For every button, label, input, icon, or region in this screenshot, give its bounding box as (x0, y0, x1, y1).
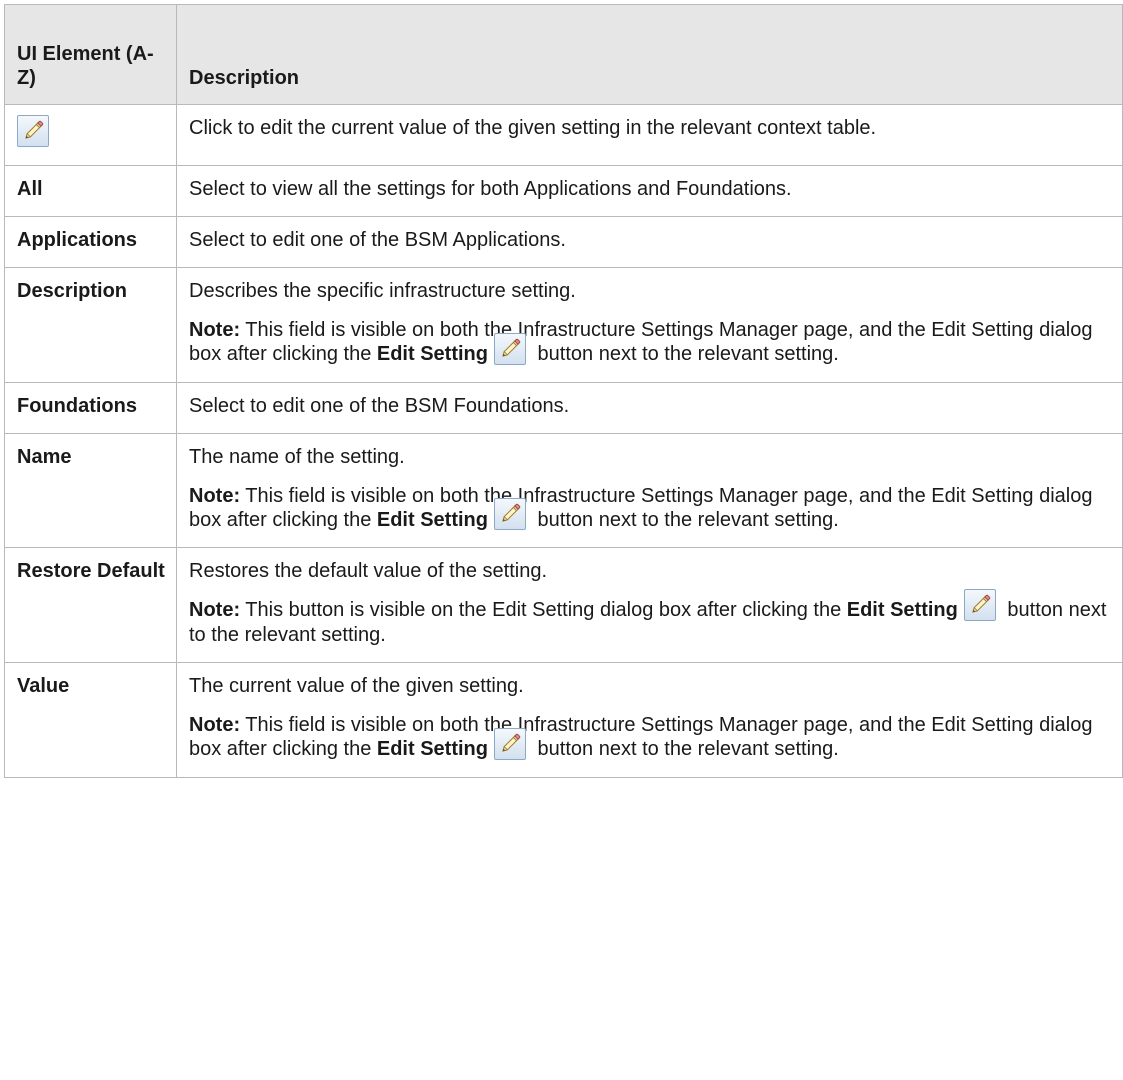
description-text: Select to view all the settings for both… (189, 178, 792, 200)
table-header-row: UI Element (A-Z) Description (4, 4, 1123, 105)
note-end: button next to the relevant setting. (531, 343, 839, 365)
note-end: button next to the relevant setting. (531, 738, 839, 761)
note-paragraph: Note: This field is visible on both the … (189, 713, 1114, 762)
description-text: The name of the setting. (189, 445, 405, 468)
description-text: Click to edit the current value of the g… (189, 117, 877, 139)
element-name: Applications (4, 216, 177, 268)
edit-pencil-icon (493, 498, 526, 531)
description-cell: The current value of the given setting. … (176, 662, 1123, 778)
table-row: Restore Default Restores the default val… (4, 547, 1123, 664)
description-cell: Select to view all the settings for both… (176, 165, 1123, 217)
note-bold: Edit Setting (846, 599, 958, 622)
table-row: Applications Select to edit one of the B… (4, 216, 1123, 268)
description-cell: Restores the default value of the settin… (176, 547, 1123, 664)
description-cell: Describes the specific infrastructure se… (176, 267, 1123, 383)
description-cell: The name of the setting. Note: This fiel… (176, 432, 1123, 549)
element-name: Value (4, 662, 177, 778)
note-label: Note: (189, 484, 241, 507)
element-name: Name (4, 432, 177, 549)
header-description: Description (176, 4, 1123, 105)
table-row: Name The name of the setting. Note: This… (4, 432, 1123, 549)
ui-elements-table: UI Element (A-Z) Description Click to ed… (4, 4, 1123, 778)
description-cell: Click to edit the current value of the g… (176, 104, 1123, 166)
note-end: button next to the relevant setting. (531, 508, 839, 531)
note-label: Note: (189, 599, 241, 622)
note-label: Note: (189, 714, 241, 737)
table-row: Description Describes the specific infra… (4, 267, 1123, 383)
edit-pencil-icon (493, 727, 526, 760)
description-cell: Select to edit one of the BSM Foundation… (176, 381, 1123, 434)
description-text: Restores the default value of the settin… (189, 560, 547, 583)
description-text: Select to edit one of the BSM Applicatio… (189, 229, 566, 251)
note-bold: Edit Setting (376, 738, 488, 761)
note-text: This button is visible on the Edit Setti… (240, 599, 847, 622)
table-row: Foundations Select to edit one of the BS… (4, 381, 1123, 434)
description-cell: Select to edit one of the BSM Applicatio… (176, 216, 1123, 268)
note-bold: Edit Setting (376, 343, 488, 365)
edit-pencil-icon (17, 115, 49, 147)
table-row: Value The current value of the given set… (4, 662, 1123, 778)
edit-pencil-icon (493, 332, 526, 365)
note-paragraph: Note: This field is visible on both the … (189, 318, 1114, 367)
description-text: Describes the specific infrastructure se… (189, 280, 576, 302)
header-ui-element: UI Element (A-Z) (4, 4, 177, 105)
description-text: Select to edit one of the BSM Foundation… (189, 394, 570, 417)
element-cell (4, 104, 177, 166)
description-text: The current value of the given setting. (189, 675, 524, 698)
note-label: Note: (189, 319, 241, 341)
note-paragraph: Note: This field is visible on both the … (189, 484, 1114, 533)
element-name: Restore Default (4, 547, 177, 664)
element-name: All (4, 165, 177, 217)
element-name: Description (4, 267, 177, 383)
note-paragraph: Note: This button is visible on the Edit… (189, 589, 1114, 647)
element-name: Foundations (4, 381, 177, 434)
table-row: Click to edit the current value of the g… (4, 104, 1123, 166)
note-bold: Edit Setting (376, 508, 488, 531)
edit-pencil-icon (963, 589, 996, 622)
table-row: All Select to view all the settings for … (4, 165, 1123, 217)
